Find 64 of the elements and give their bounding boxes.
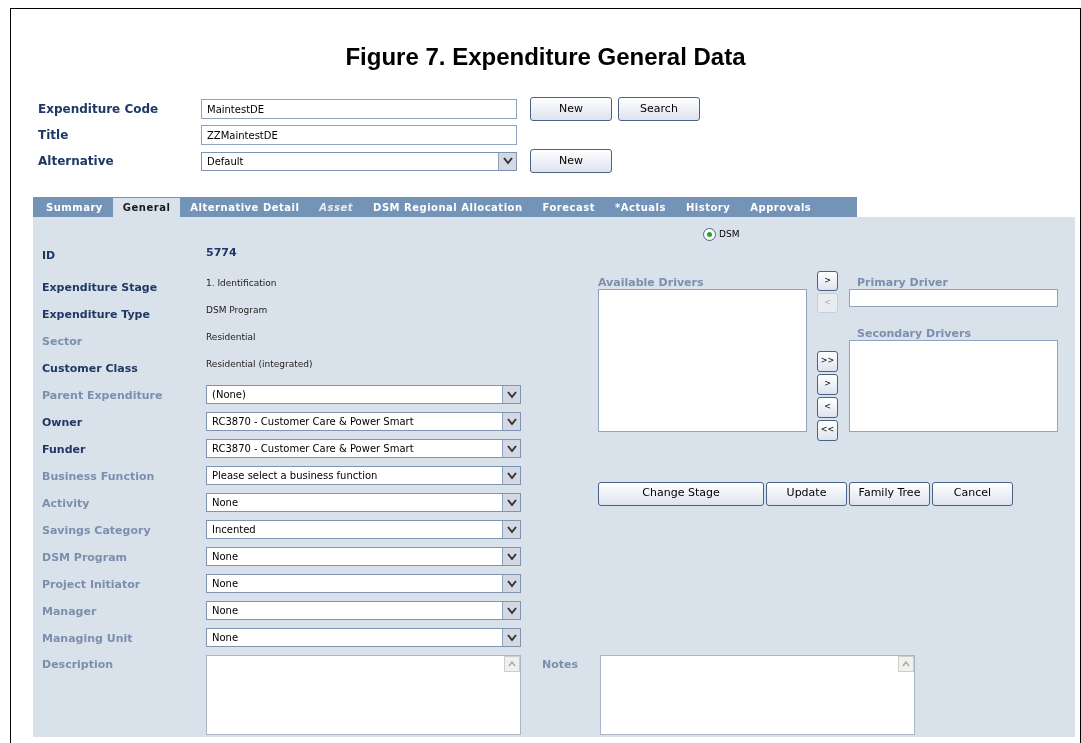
header-button[interactable]: New — [530, 97, 612, 121]
dropdown-field[interactable]: RC3870 - Customer Care & Power Smart — [206, 412, 521, 431]
dropdown-field[interactable]: Default — [201, 151, 517, 171]
notes-field[interactable] — [600, 655, 915, 735]
action-button[interactable]: Cancel — [932, 481, 1013, 506]
dropdown-field[interactable]: (None) — [206, 385, 521, 404]
field-label: Owner — [42, 415, 84, 431]
description-field[interactable] — [206, 655, 521, 735]
field-label: Savings Category — [42, 523, 152, 539]
dropdown-field[interactable]: RC3870 - Customer Care & Power Smart — [206, 439, 521, 458]
field-label: ID — [42, 248, 57, 264]
dropdown-field[interactable]: None — [206, 601, 521, 620]
move-button[interactable]: > — [817, 373, 838, 395]
field-value: DSM Program — [206, 304, 268, 317]
field-value: 1. Identification — [206, 277, 277, 290]
field-label: Funder — [42, 442, 87, 458]
section-label: Primary Driver — [856, 276, 949, 289]
field-label: Sector — [42, 334, 84, 350]
field-value: Residential — [206, 331, 256, 344]
field-label: Customer Class — [42, 361, 139, 377]
header-button[interactable]: Search — [618, 97, 700, 121]
field-label: Business Function — [42, 469, 156, 485]
field-label: Description — [42, 657, 115, 673]
field-label: Expenditure Type — [42, 307, 151, 323]
action-button[interactable]: Update — [766, 481, 847, 506]
dropdown-field[interactable]: Incented — [206, 520, 521, 539]
available-drivers-list[interactable] — [598, 288, 807, 432]
move-button[interactable]: >> — [817, 350, 838, 372]
field-label: Alternative — [38, 153, 115, 170]
dropdown-field[interactable]: None — [206, 493, 521, 512]
field-value: Residential (integrated) — [206, 358, 313, 371]
figure-title: Figure 7. Expenditure General Data — [344, 42, 747, 72]
primary-driver-field[interactable] — [849, 288, 1058, 307]
scroll-up-icon[interactable] — [504, 656, 520, 672]
dropdown-field[interactable]: None — [206, 574, 521, 593]
dropdown-field[interactable]: None — [206, 547, 521, 566]
field-label: Activity — [42, 496, 91, 512]
field-label: Expenditure Code — [38, 101, 160, 118]
field-label: Title — [38, 127, 70, 144]
field-label: Expenditure Stage — [42, 280, 159, 296]
section-label: Secondary Drivers — [856, 326, 972, 340]
scroll-up-icon[interactable] — [898, 656, 914, 672]
header-button[interactable]: New — [530, 149, 612, 173]
radio-button[interactable] — [703, 228, 716, 242]
radio-label: DSM — [719, 228, 740, 241]
tab[interactable]: General — [112, 198, 181, 217]
field-label: Parent Expenditure — [42, 388, 164, 404]
move-button[interactable]: > — [817, 270, 838, 291]
field-label: Managing Unit — [42, 631, 134, 647]
action-button[interactable]: Change Stage — [598, 481, 764, 506]
text-field[interactable]: ZZMaintestDE — [201, 125, 517, 145]
action-button[interactable]: Family Tree — [849, 481, 930, 506]
dropdown-field[interactable]: Please select a business function — [206, 466, 521, 485]
field-label: DSM Program — [42, 550, 129, 566]
dropdown-field[interactable]: None — [206, 628, 521, 647]
field-label: Project Initiator — [42, 577, 142, 593]
id-value: 5774 — [206, 245, 237, 261]
move-button[interactable]: << — [817, 419, 838, 441]
secondary-drivers-list[interactable] — [849, 339, 1058, 432]
section-label: Available Drivers — [598, 276, 705, 289]
field-label: Notes — [542, 657, 580, 673]
move-button[interactable]: < — [817, 396, 838, 418]
field-label: Manager — [42, 604, 98, 620]
text-field[interactable]: MaintestDE — [201, 99, 517, 119]
